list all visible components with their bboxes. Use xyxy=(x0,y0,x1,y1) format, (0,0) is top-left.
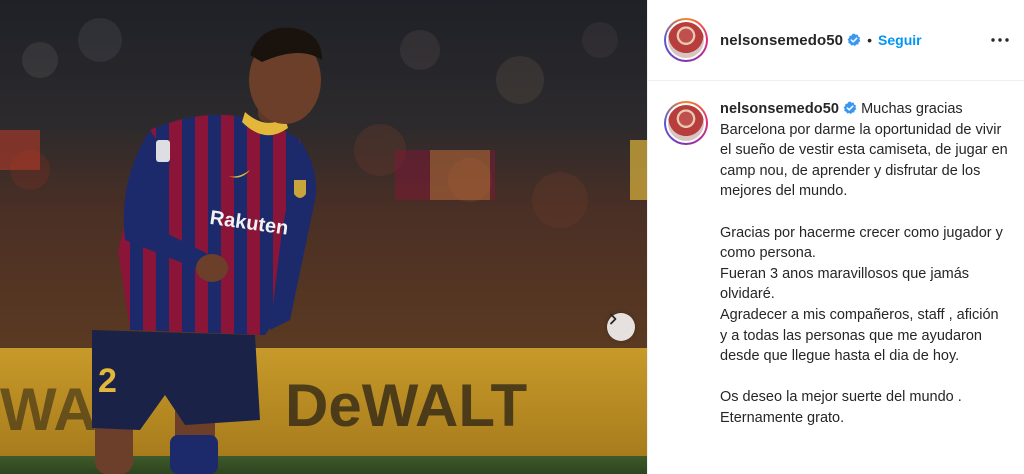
header-username[interactable]: nelsonsemedo50 xyxy=(720,32,843,49)
caption-paragraph-4: Agradecer a mis compañeros, staff , afic… xyxy=(720,306,999,365)
caption-paragraph-6: Eternamente grato. xyxy=(720,409,845,426)
verified-badge-icon xyxy=(847,33,861,47)
caption-text: nelsonsemedo50 Muchas gracias Barcelona … xyxy=(720,99,1008,429)
avatar-image xyxy=(666,20,706,60)
chevron-right-icon xyxy=(610,313,617,325)
caption-avatar[interactable] xyxy=(664,101,708,145)
caption-username[interactable]: nelsonsemedo50 xyxy=(720,101,839,117)
post-details-panel: nelsonsemedo50 • Seguir nelsonsemedo50 M… xyxy=(647,0,1024,474)
avatar-image xyxy=(666,103,706,143)
verified-badge-icon xyxy=(843,101,857,115)
follow-button[interactable]: Seguir xyxy=(878,32,922,48)
more-options-icon[interactable] xyxy=(990,30,1010,50)
separator-dot: • xyxy=(867,32,873,48)
post-header: nelsonsemedo50 • Seguir xyxy=(648,0,1024,81)
caption-paragraph-5: Os deseo la mejor suerte del mundo . xyxy=(720,389,962,406)
post-image[interactable]: DeWALT WAL 2 Rakuten xyxy=(0,0,647,474)
dewalt-board-text: DeWALT xyxy=(285,372,527,439)
carousel-next-button[interactable] xyxy=(607,313,635,341)
post-photo-illustration: DeWALT WAL 2 Rakuten xyxy=(0,0,647,474)
caption-paragraph-2: Gracias por hacerme crecer como jugador … xyxy=(720,224,1003,262)
shorts-number: 2 xyxy=(98,362,117,400)
caption-comment: nelsonsemedo50 Muchas gracias Barcelona … xyxy=(648,81,1024,429)
caption-paragraph-3: Fueran 3 anos maravillosos que jamás olv… xyxy=(720,265,970,303)
profile-avatar[interactable] xyxy=(664,18,708,62)
